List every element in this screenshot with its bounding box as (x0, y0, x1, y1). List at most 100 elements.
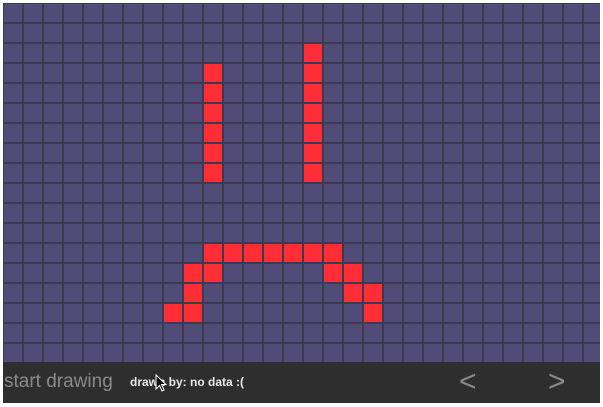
grid-cell[interactable] (124, 64, 142, 82)
grid-cell[interactable] (64, 124, 82, 142)
grid-cell[interactable] (244, 164, 262, 182)
grid-cell[interactable] (244, 44, 262, 62)
grid-cell[interactable] (64, 264, 82, 282)
grid-cell[interactable] (164, 264, 182, 282)
grid-cell[interactable] (204, 24, 222, 42)
grid-cell[interactable] (144, 4, 162, 22)
grid-cell[interactable] (124, 104, 142, 122)
grid-cell[interactable] (4, 264, 22, 282)
grid-cell[interactable] (284, 64, 302, 82)
grid-cell[interactable] (264, 164, 282, 182)
grid-cell[interactable] (144, 104, 162, 122)
grid-cell[interactable] (264, 324, 282, 342)
grid-cell[interactable] (344, 344, 362, 362)
grid-cell[interactable] (84, 184, 102, 202)
grid-cell[interactable] (484, 104, 502, 122)
grid-cell[interactable] (424, 324, 442, 342)
grid-cell[interactable] (84, 44, 102, 62)
grid-cell[interactable] (24, 324, 42, 342)
grid-cell[interactable] (84, 64, 102, 82)
grid-cell[interactable] (124, 124, 142, 142)
grid-cell[interactable] (444, 104, 462, 122)
grid-cell[interactable] (84, 324, 102, 342)
grid-cell[interactable] (144, 324, 162, 342)
grid-cell[interactable] (24, 124, 42, 142)
grid-cell[interactable] (564, 164, 582, 182)
grid-cell[interactable] (304, 324, 322, 342)
grid-cell[interactable] (144, 24, 162, 42)
grid-cell[interactable] (404, 164, 422, 182)
grid-cell[interactable] (224, 4, 242, 22)
grid-cell-active[interactable] (304, 124, 322, 142)
grid-cell[interactable] (564, 144, 582, 162)
grid-cell[interactable] (244, 304, 262, 322)
grid-cell[interactable] (164, 244, 182, 262)
grid-cell[interactable] (64, 144, 82, 162)
grid-cell[interactable] (524, 124, 542, 142)
grid-cell[interactable] (84, 84, 102, 102)
grid-cell[interactable] (424, 64, 442, 82)
grid-cell[interactable] (144, 144, 162, 162)
grid-cell[interactable] (204, 284, 222, 302)
grid-cell[interactable] (424, 104, 442, 122)
grid-cell[interactable] (124, 84, 142, 102)
grid-cell[interactable] (64, 344, 82, 362)
grid-cell[interactable] (464, 224, 482, 242)
grid-cell[interactable] (184, 224, 202, 242)
grid-cell[interactable] (184, 344, 202, 362)
grid-cell[interactable] (304, 184, 322, 202)
grid-cell[interactable] (64, 44, 82, 62)
grid-cell[interactable] (164, 64, 182, 82)
grid-cell[interactable] (544, 64, 562, 82)
grid-cell[interactable] (224, 164, 242, 182)
grid-cell[interactable] (284, 104, 302, 122)
grid-cell[interactable] (224, 304, 242, 322)
grid-cell[interactable] (544, 124, 562, 142)
grid-cell[interactable] (84, 124, 102, 142)
grid-cell[interactable] (424, 144, 442, 162)
grid-cell[interactable] (264, 104, 282, 122)
grid-cell[interactable] (504, 104, 522, 122)
grid-cell[interactable] (84, 344, 102, 362)
grid-cell[interactable] (64, 304, 82, 322)
grid-cell-active[interactable] (164, 304, 182, 322)
grid-cell[interactable] (124, 4, 142, 22)
grid-cell[interactable] (104, 4, 122, 22)
grid-cell[interactable] (404, 304, 422, 322)
grid-cell[interactable] (44, 84, 62, 102)
grid-cell[interactable] (384, 124, 402, 142)
grid-cell[interactable] (504, 264, 522, 282)
grid-cell[interactable] (284, 164, 302, 182)
grid-cell[interactable] (4, 104, 22, 122)
grid-cell[interactable] (144, 244, 162, 262)
grid-cell[interactable] (324, 184, 342, 202)
grid-cell[interactable] (384, 64, 402, 82)
grid-cell[interactable] (84, 224, 102, 242)
grid-cell[interactable] (384, 204, 402, 222)
grid-cell[interactable] (464, 124, 482, 142)
grid-cell[interactable] (24, 164, 42, 182)
grid-cell[interactable] (224, 284, 242, 302)
grid-cell[interactable] (404, 24, 422, 42)
grid-cell[interactable] (204, 224, 222, 242)
grid-cell[interactable] (4, 224, 22, 242)
grid-cell[interactable] (484, 184, 502, 202)
grid-cell[interactable] (44, 44, 62, 62)
grid-cell[interactable] (224, 204, 242, 222)
grid-cell[interactable] (124, 24, 142, 42)
grid-cell[interactable] (544, 4, 562, 22)
grid-cell[interactable] (44, 64, 62, 82)
grid-cell[interactable] (104, 124, 122, 142)
grid-cell[interactable] (4, 324, 22, 342)
grid-cell[interactable] (404, 224, 422, 242)
grid-cell[interactable] (524, 244, 542, 262)
grid-cell[interactable] (184, 24, 202, 42)
grid-cell[interactable] (564, 4, 582, 22)
grid-cell[interactable] (524, 284, 542, 302)
grid-cell[interactable] (324, 104, 342, 122)
grid-cell[interactable] (464, 164, 482, 182)
grid-cell[interactable] (304, 204, 322, 222)
grid-cell[interactable] (584, 164, 600, 182)
grid-cell[interactable] (464, 44, 482, 62)
grid-cell[interactable] (264, 344, 282, 362)
